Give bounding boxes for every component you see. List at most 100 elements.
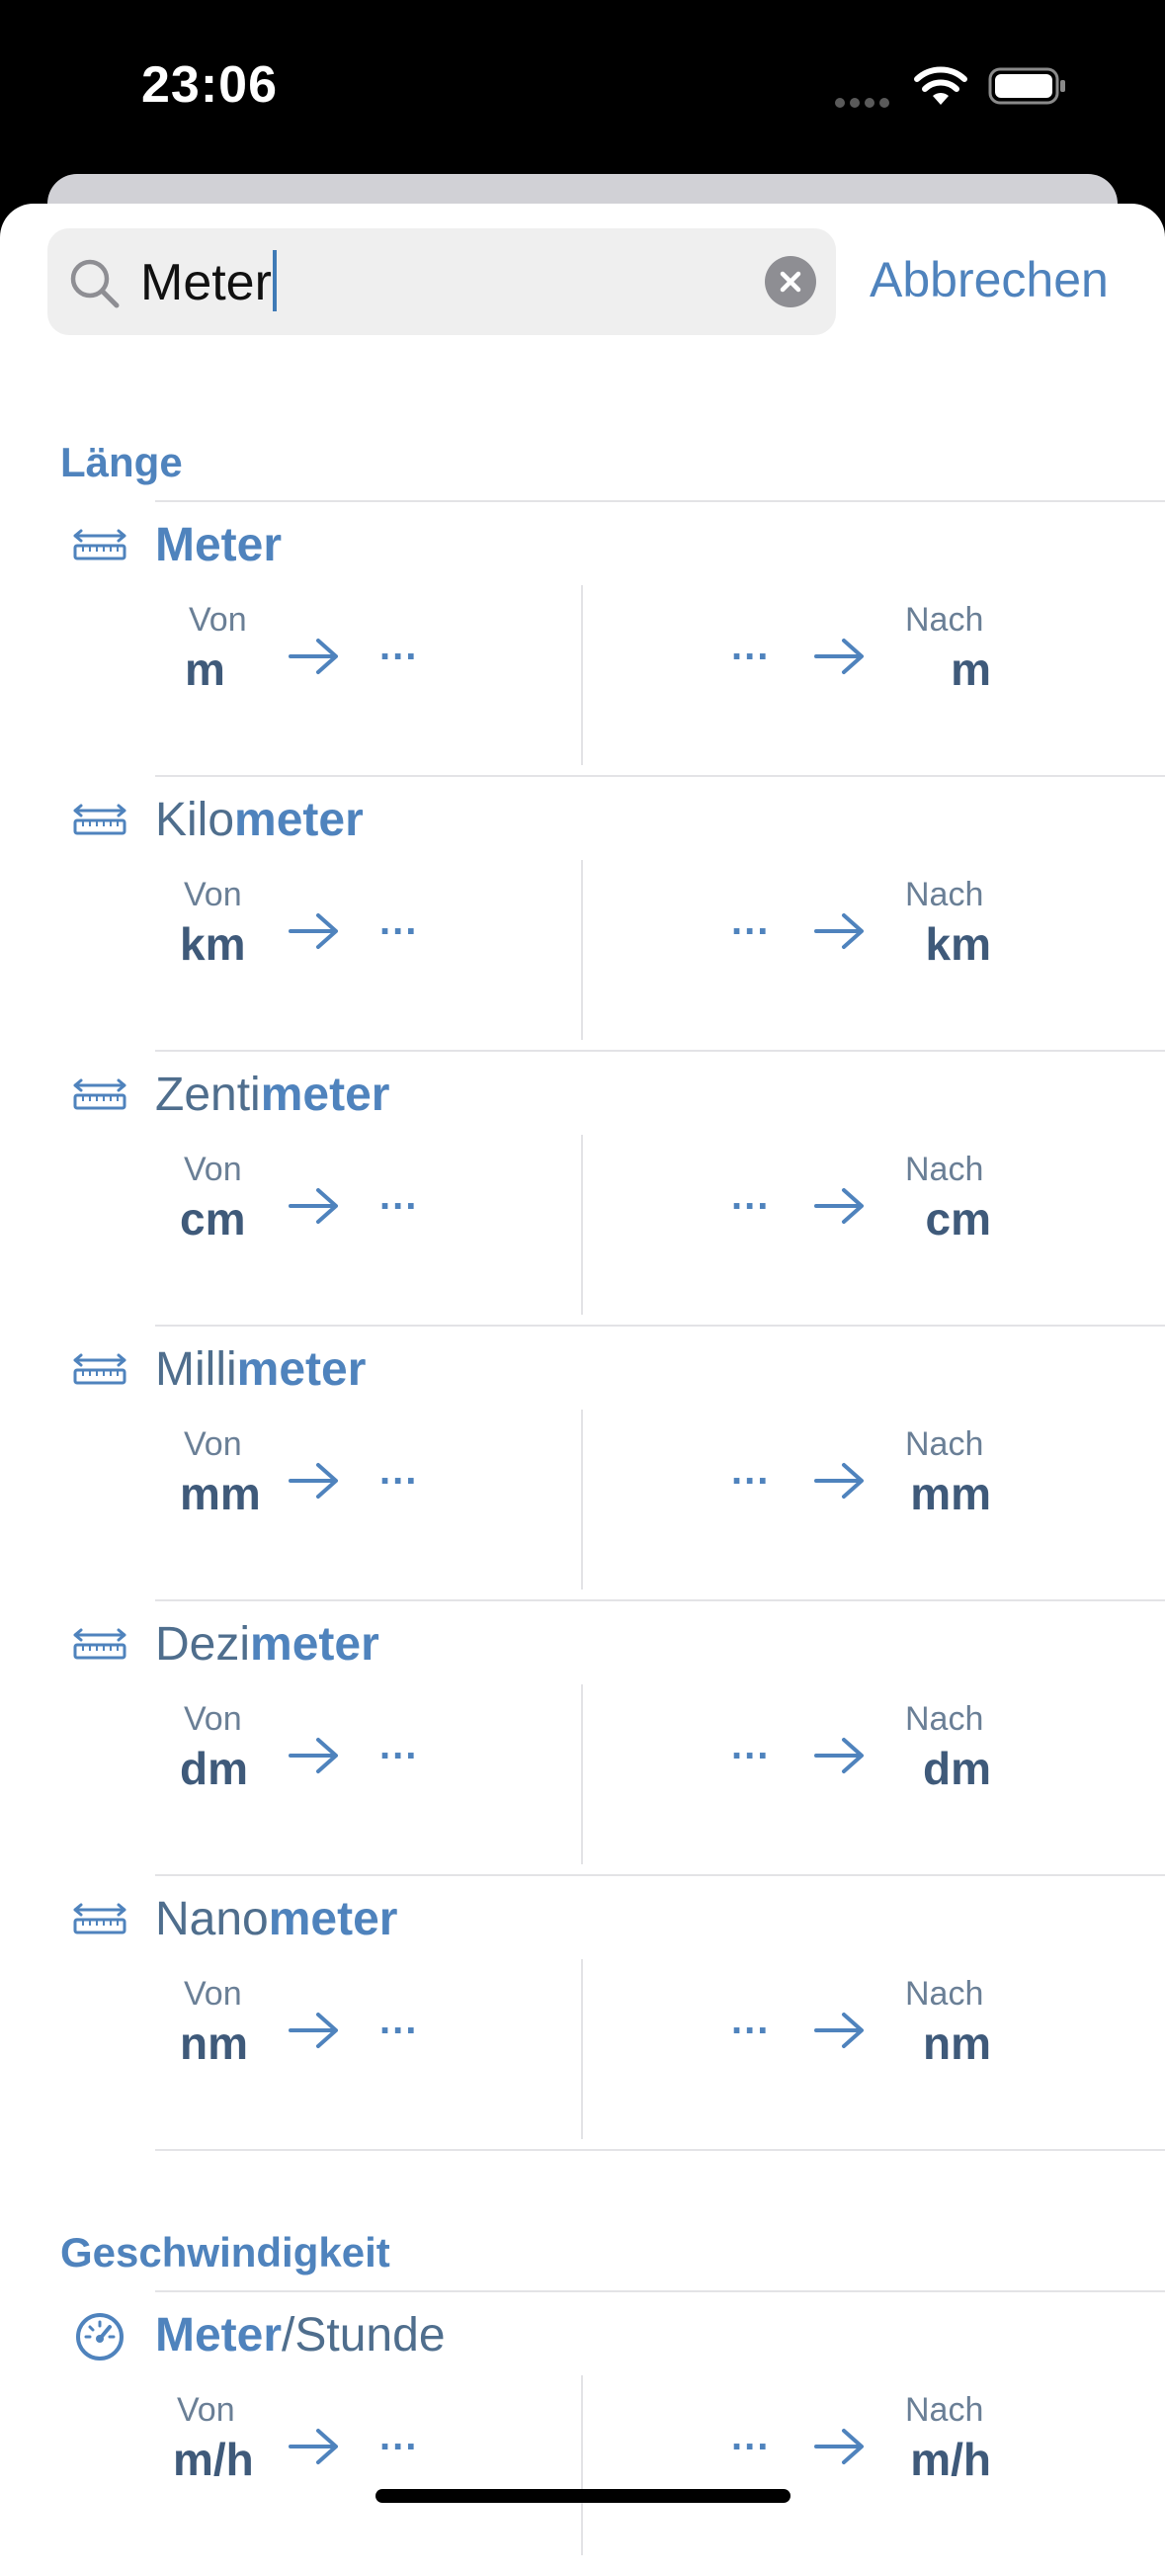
divider	[155, 2149, 1165, 2151]
ruler-icon	[73, 804, 126, 835]
column-divider	[581, 860, 583, 1040]
to-label: Nach	[905, 1151, 984, 1188]
to-label: Nach	[905, 1700, 984, 1738]
to-label: Nach	[905, 2391, 984, 2429]
unit-row[interactable]: Millimeter Von mm...... Nach mm	[0, 1327, 1165, 1601]
battery-icon	[988, 67, 1065, 105]
from-value[interactable]: ...	[379, 2415, 418, 2459]
arrow-right-icon	[814, 1738, 864, 1773]
from-label: Von	[184, 1975, 242, 2013]
from-value[interactable]: ...	[379, 625, 418, 669]
arrow-right-icon	[814, 2429, 864, 2464]
search-field[interactable]: Meter	[47, 228, 836, 335]
home-indicator	[375, 2489, 791, 2503]
arrow-right-icon	[814, 639, 864, 674]
text-caret	[272, 250, 277, 311]
to-unit-symbol: cm	[925, 1193, 991, 1245]
unit-name: Meter/Stunde	[155, 2309, 446, 2361]
arrow-right-icon	[289, 2013, 338, 2048]
arrow-right-icon	[289, 2429, 338, 2464]
arrow-right-icon	[814, 1188, 864, 1224]
from-unit-symbol: mm	[180, 1468, 261, 1519]
arrow-right-icon	[814, 2013, 864, 2048]
to-label: Nach	[905, 1425, 984, 1463]
from-value[interactable]: ...	[379, 1174, 418, 1219]
arrow-right-icon	[814, 1463, 864, 1499]
wifi-icon	[914, 66, 967, 105]
unit-row[interactable]: Nanometer Von nm...... Nach nm	[0, 1876, 1165, 2151]
search-input[interactable]: Meter	[140, 250, 277, 314]
column-divider	[581, 1959, 583, 2139]
column-divider	[581, 585, 583, 765]
from-label: Von	[177, 2391, 235, 2429]
cellular-signal-icon	[835, 95, 894, 108]
to-label: Nach	[905, 876, 984, 913]
search-sheet: Meter Abbrechen Länge Meter Von m...... Nac…	[0, 204, 1165, 2576]
ruler-icon	[73, 1628, 126, 1660]
from-unit-symbol: m	[185, 644, 225, 695]
column-divider	[581, 1684, 583, 1864]
section-header-speed: Geschwindigkeit	[60, 2229, 390, 2275]
to-unit-symbol: m/h	[910, 2434, 991, 2485]
from-label: Von	[184, 1151, 242, 1188]
arrow-right-icon	[289, 1463, 338, 1499]
to-value[interactable]: ...	[731, 2415, 770, 2459]
arrow-right-icon	[289, 1738, 338, 1773]
status-time: 23:06	[141, 56, 278, 114]
to-value[interactable]: ...	[731, 900, 770, 944]
ruler-icon	[73, 1903, 126, 1934]
to-value[interactable]: ...	[731, 625, 770, 669]
ruler-icon	[73, 1078, 126, 1110]
ruler-icon	[73, 1353, 126, 1385]
to-unit-symbol: km	[925, 918, 991, 970]
section-header-length: Länge	[60, 439, 183, 485]
to-unit-symbol: m	[951, 644, 991, 695]
unit-row[interactable]: Meter/Stunde Von m/h...... Nach m/h	[0, 2292, 1165, 2567]
column-divider	[581, 1410, 583, 1589]
from-unit-symbol: nm	[180, 2018, 248, 2069]
from-unit-symbol: dm	[180, 1743, 248, 1794]
to-unit-symbol: nm	[923, 2018, 991, 2069]
from-unit-symbol: km	[180, 918, 246, 970]
from-label: Von	[189, 601, 247, 639]
unit-name: Kilometer	[155, 794, 364, 846]
ruler-icon	[73, 529, 126, 560]
from-value[interactable]: ...	[379, 1999, 418, 2043]
cancel-button[interactable]: Abbrechen	[870, 251, 1109, 308]
unit-name: Millimeter	[155, 1343, 367, 1396]
to-value[interactable]: ...	[731, 1724, 770, 1768]
from-label: Von	[184, 1425, 242, 1463]
unit-row[interactable]: Zentimeter Von cm...... Nach cm	[0, 1052, 1165, 1327]
search-icon	[70, 259, 120, 308]
from-label: Von	[184, 1700, 242, 1738]
from-unit-symbol: m/h	[173, 2434, 254, 2485]
arrow-right-icon	[289, 1188, 338, 1224]
from-label: Von	[184, 876, 242, 913]
unit-name: Dezimeter	[155, 1618, 379, 1671]
unit-name: Zentimeter	[155, 1069, 390, 1121]
unit-row[interactable]: Kilometer Von km...... Nach km	[0, 777, 1165, 1052]
to-unit-symbol: dm	[923, 1743, 991, 1794]
from-value[interactable]: ...	[379, 1449, 418, 1494]
column-divider	[581, 2375, 583, 2555]
from-unit-symbol: cm	[180, 1193, 246, 1245]
arrow-right-icon	[289, 639, 338, 674]
from-value[interactable]: ...	[379, 900, 418, 944]
arrow-right-icon	[289, 913, 338, 949]
to-label: Nach	[905, 1975, 984, 2013]
to-value[interactable]: ...	[731, 1449, 770, 1494]
speedometer-icon	[76, 2313, 124, 2361]
from-value[interactable]: ...	[379, 1724, 418, 1768]
to-unit-symbol: mm	[910, 1468, 991, 1519]
unit-name: Meter	[155, 519, 283, 571]
unit-row[interactable]: Meter Von m...... Nach m	[0, 502, 1165, 777]
unit-name: Nanometer	[155, 1893, 398, 1945]
arrow-right-icon	[814, 913, 864, 949]
clear-icon[interactable]	[765, 256, 816, 307]
to-label: Nach	[905, 601, 984, 639]
column-divider	[581, 1135, 583, 1315]
to-value[interactable]: ...	[731, 1999, 770, 2043]
unit-row[interactable]: Dezimeter Von dm...... Nach dm	[0, 1601, 1165, 1876]
status-bar: 23:06	[0, 0, 1165, 173]
to-value[interactable]: ...	[731, 1174, 770, 1219]
